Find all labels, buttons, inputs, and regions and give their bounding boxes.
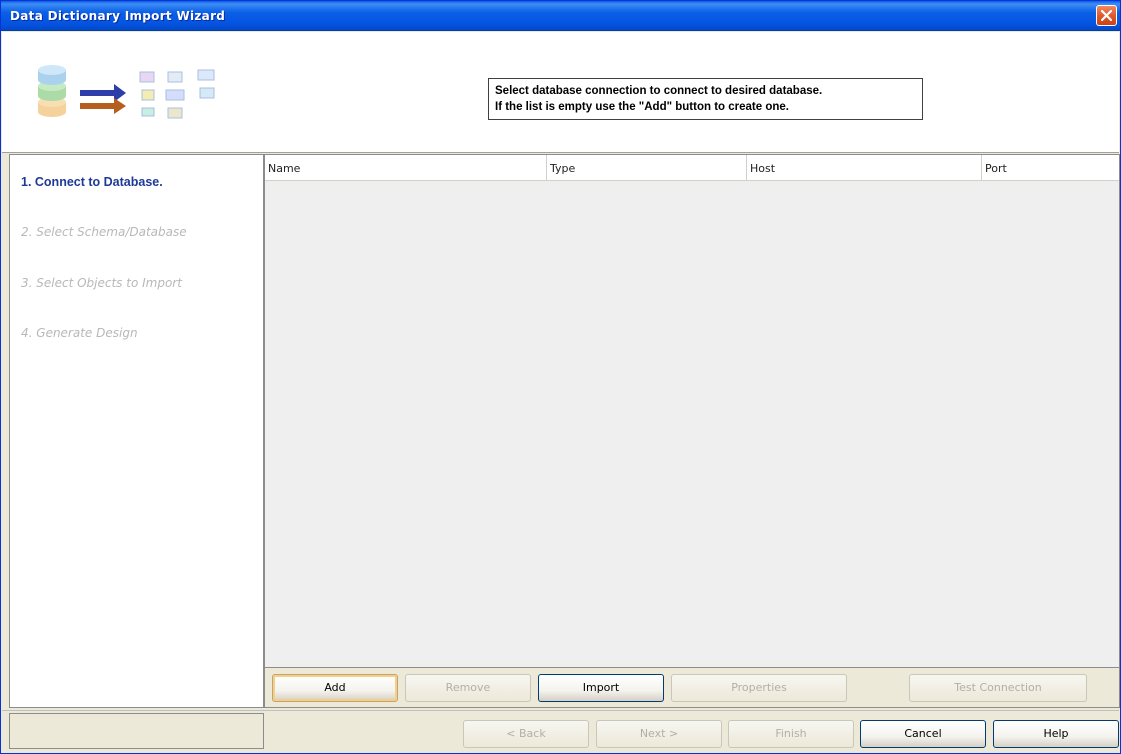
test-connection-button[interactable]: Test Connection [909,674,1087,702]
step-generate-design: 4. Generate Design [21,326,138,340]
help-button-label: Help [1043,727,1069,740]
finish-button[interactable]: Finish [728,720,854,748]
step-connect-to-database: 1. Connect to Database. [21,175,163,189]
wizard-header: Select database connection to connect to… [2,32,1119,153]
finish-button-label: Finish [775,727,807,740]
instruction-line-2: If the list is empty use the "Add" butto… [495,101,789,113]
window-title: Data Dictionary Import Wizard [10,9,226,23]
step-select-objects: 3. Select Objects to Import [21,276,182,290]
properties-button-label: Properties [731,681,787,694]
step-select-schema: 2. Select Schema/Database [21,225,187,239]
wizard-window: Data Dictionary Import Wizard Select dat… [0,0,1121,754]
add-button-label: Add [324,681,346,694]
cancel-button[interactable]: Cancel [860,720,986,748]
column-header-name[interactable]: Name [265,155,547,181]
connection-button-bar: Add Remove Import Properties Test Connec… [264,668,1120,708]
import-button[interactable]: Import [538,674,664,702]
column-header-host[interactable]: Host [747,155,982,181]
footer-left-panel [9,713,264,749]
import-button-label: Import [582,681,620,694]
instruction-line-1: Select database connection to connect to… [495,85,823,97]
add-button[interactable]: Add [272,674,398,702]
cancel-button-label: Cancel [904,727,942,740]
next-button-label: Next > [639,727,679,740]
remove-button[interactable]: Remove [405,674,531,702]
close-icon [1101,10,1112,21]
instruction-box: Select database connection to connect to… [488,78,923,120]
title-bar[interactable]: Data Dictionary Import Wizard [1,1,1120,31]
next-button[interactable]: Next > [596,720,722,748]
properties-button[interactable]: Properties [671,674,847,702]
remove-button-label: Remove [445,681,491,694]
column-header-port[interactable]: Port [982,155,1119,181]
help-button[interactable]: Help [993,720,1119,748]
back-button[interactable]: < Back [463,720,589,748]
column-header-type[interactable]: Type [547,155,747,181]
test-connection-button-label: Test Connection [954,681,1042,694]
back-button-label: < Back [506,727,546,740]
connections-list[interactable]: Name Type Host Port [264,154,1120,668]
close-button[interactable] [1096,5,1117,26]
wizard-footer: < Back Next > Finish Cancel Help [2,710,1119,753]
list-column-header: Name Type Host Port [265,155,1119,181]
database-import-illustration-icon [38,65,215,119]
wizard-steps-panel: 1. Connect to Database. 2. Select Schema… [9,154,264,708]
